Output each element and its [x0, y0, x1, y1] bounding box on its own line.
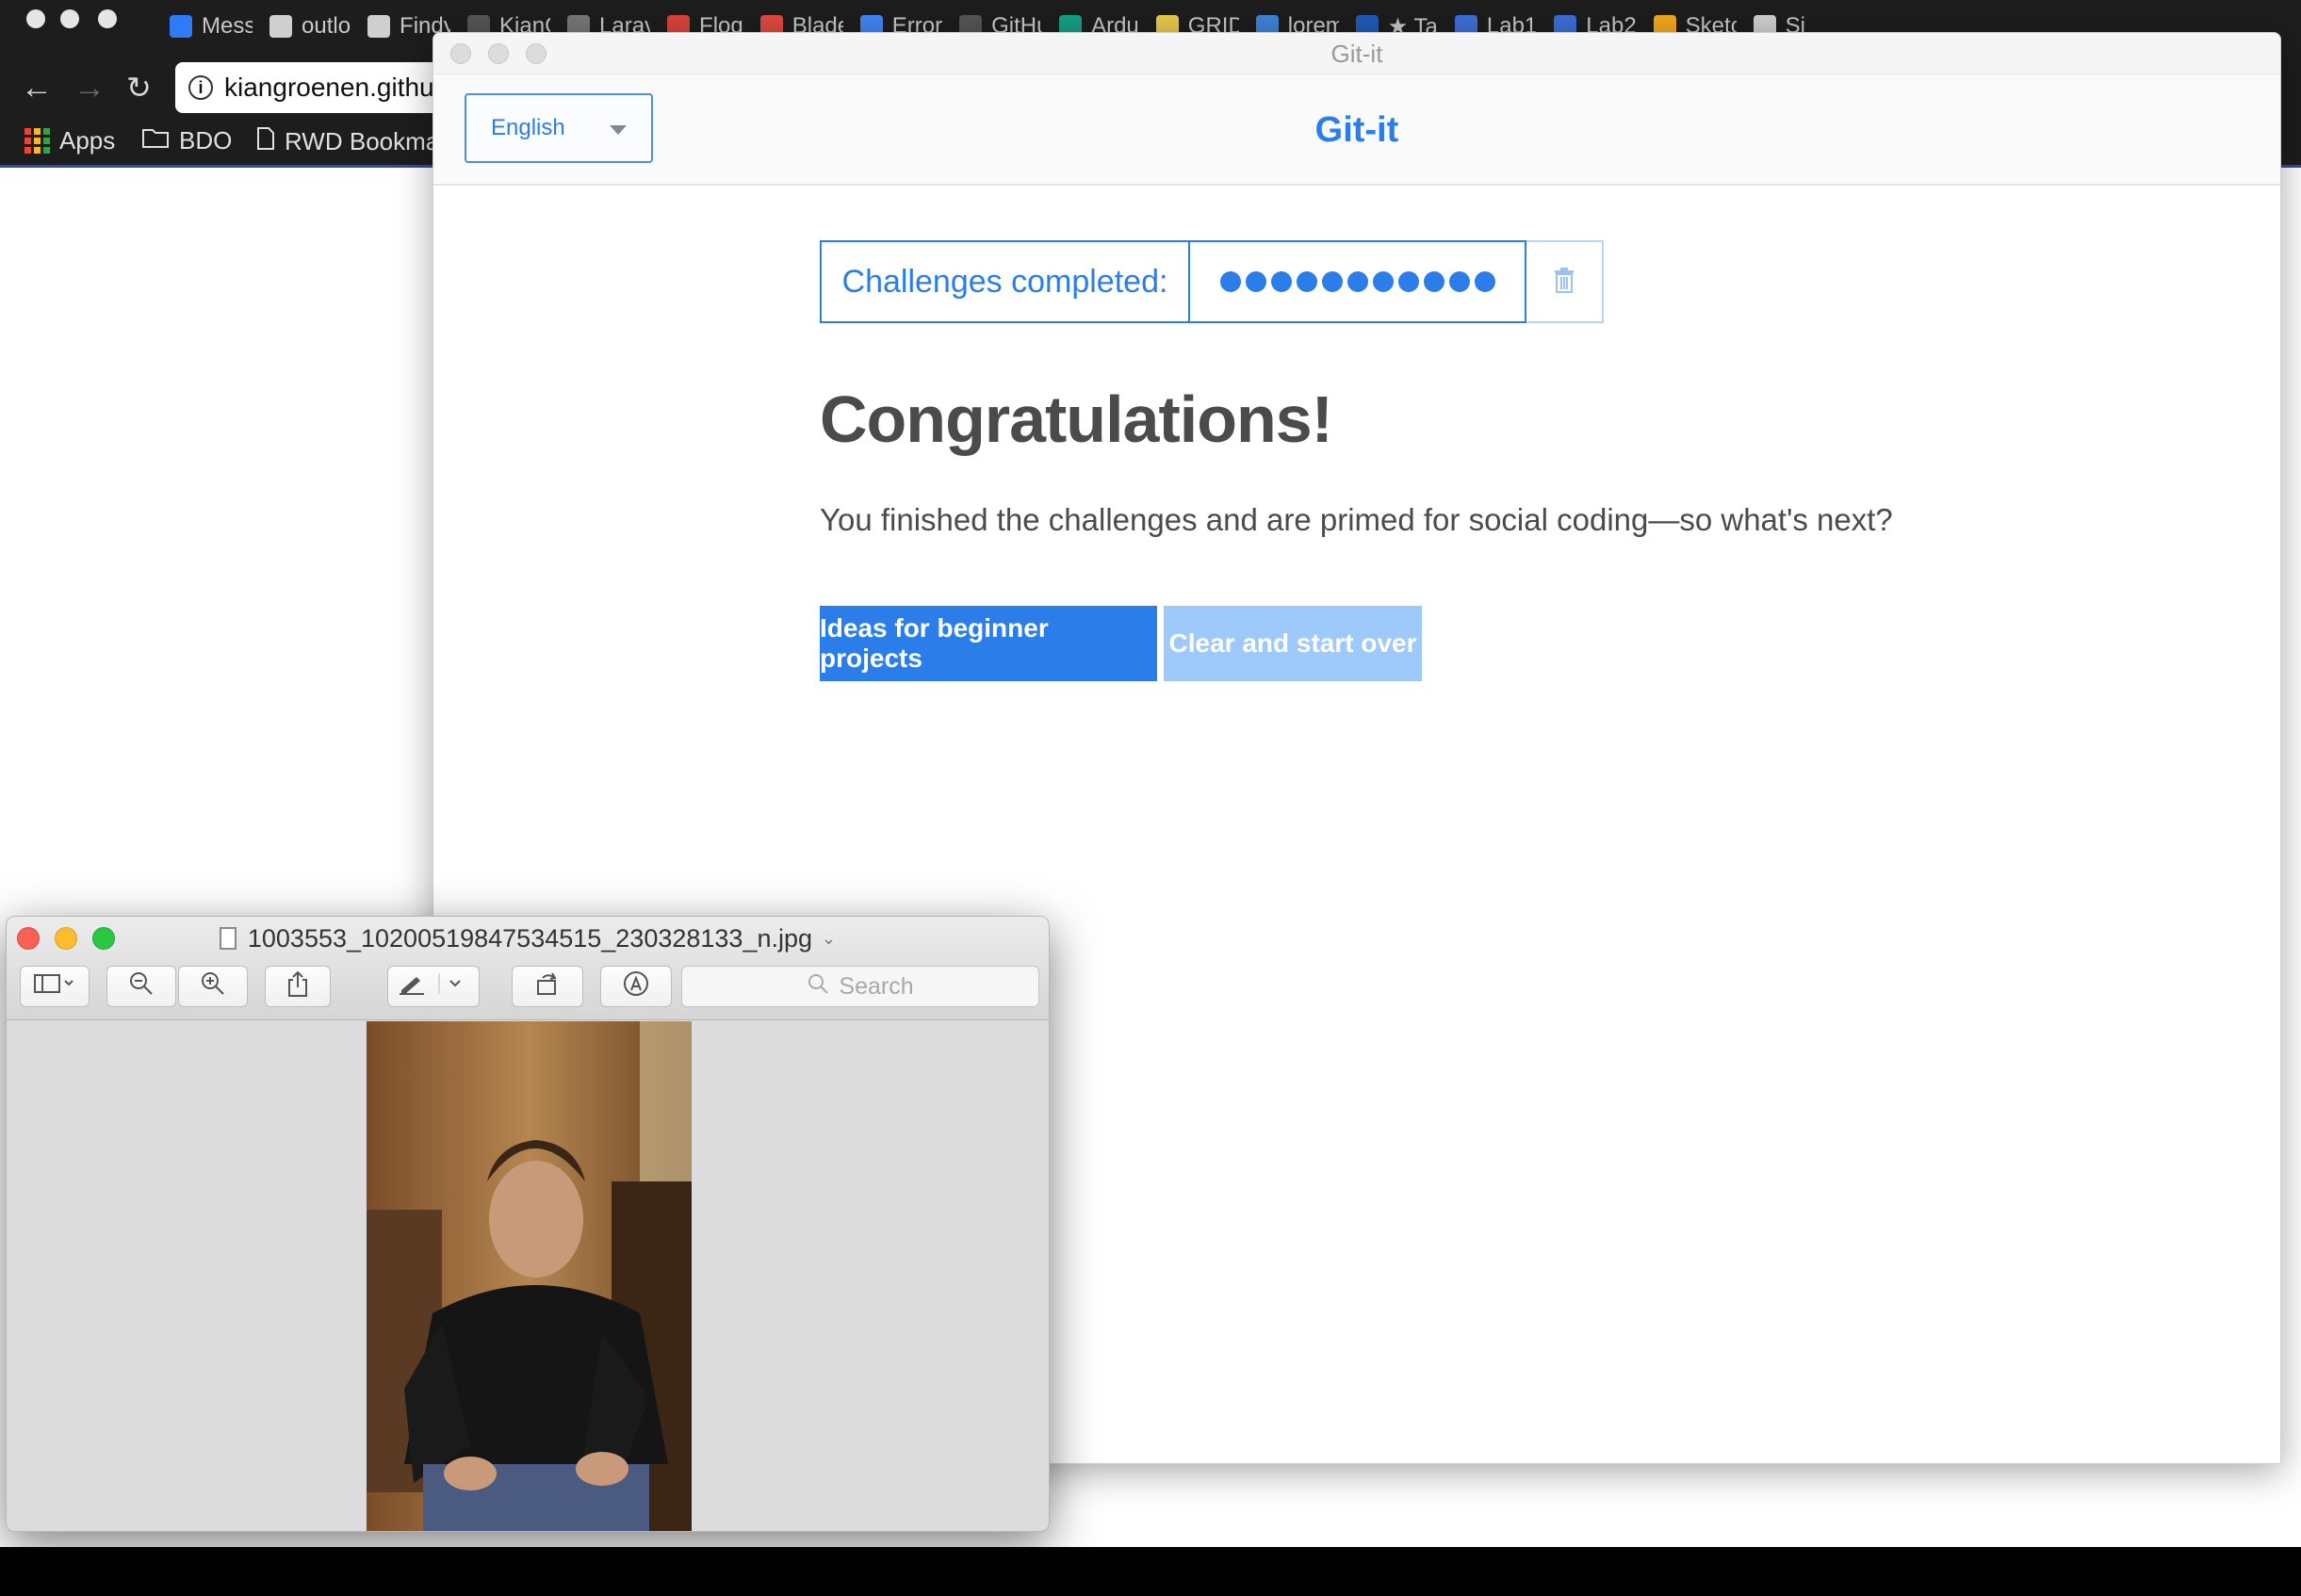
address-bar-url: kiangroenen.githu: [224, 73, 434, 102]
back-icon[interactable]: ←: [21, 72, 53, 104]
zoom-in-button[interactable]: [178, 966, 248, 1007]
trash-icon: [1554, 267, 1575, 298]
preview-filename: 1003553_10200519847534515_230328133_n.jp…: [247, 923, 813, 953]
progress-dot: [1296, 271, 1317, 292]
page-icon: [256, 126, 275, 157]
markup-icon: [622, 969, 650, 1004]
tab-favicon-icon: [269, 15, 292, 38]
tab-favicon-icon: [170, 15, 192, 38]
progress-dot: [1448, 271, 1470, 292]
reload-icon[interactable]: ↻: [126, 72, 152, 104]
progress-dot: [1219, 271, 1241, 292]
maximize-window-button[interactable]: [526, 43, 547, 64]
bookmark-bdo[interactable]: BDO: [141, 126, 232, 155]
pen-icon: [396, 971, 471, 1002]
progress-label: Challenges completed:: [820, 240, 1190, 323]
clear-start-over-button[interactable]: Clear and start over: [1164, 606, 1422, 681]
folder-icon: [141, 126, 170, 155]
progress-dot: [1270, 271, 1292, 292]
app-header: English Git-it: [433, 74, 2280, 186]
forward-icon[interactable]: →: [73, 72, 106, 104]
progress-dot: [1372, 271, 1394, 292]
ideas-button[interactable]: Ideas for beginner projects: [820, 606, 1157, 681]
photo-image: [367, 1021, 692, 1531]
progress-dot: [1346, 271, 1368, 292]
app-title: Git-it: [1314, 110, 1399, 150]
progress-dot: [1321, 271, 1343, 292]
minimize-window-button[interactable]: [60, 9, 79, 28]
minimize-window-button[interactable]: [488, 43, 509, 64]
search-input[interactable]: Search: [681, 966, 1039, 1007]
browser-tab[interactable]: Mess: [166, 6, 266, 47]
preview-window: 1003553_10200519847534515_230328133_n.jp…: [6, 916, 1050, 1532]
info-icon[interactable]: i: [188, 75, 213, 100]
progress-dot: [1245, 271, 1266, 292]
clear-progress-button[interactable]: [1526, 240, 1604, 323]
sidebar-icon: [34, 973, 75, 1001]
markup-button[interactable]: [387, 966, 480, 1007]
close-window-button[interactable]: [450, 43, 471, 64]
tab-label: Mess: [202, 13, 253, 39]
share-button[interactable]: [265, 966, 331, 1007]
progress-dot: [1423, 271, 1444, 292]
progress-dots: [1190, 240, 1526, 323]
search-placeholder: Search: [839, 972, 914, 1000]
rotate-icon: [533, 969, 562, 1004]
maximize-window-button[interactable]: [98, 9, 117, 28]
zoom-out-icon: [128, 970, 155, 1003]
challenge-progress: Challenges completed:: [820, 240, 1604, 323]
search-icon: [807, 972, 839, 1002]
gitit-titlebar: Git-it: [433, 33, 2280, 74]
preview-title[interactable]: 1003553_10200519847534515_230328133_n.jp…: [7, 922, 1049, 954]
chevron-down-icon: ⌄: [822, 928, 837, 948]
apps-grid-icon: [24, 128, 50, 154]
rotate-button[interactable]: [512, 966, 583, 1007]
share-icon: [286, 969, 309, 1004]
address-bar[interactable]: i kiangroenen.githu: [175, 62, 458, 113]
sidebar-toggle-button[interactable]: [20, 966, 90, 1007]
preview-titlebar: 1003553_10200519847534515_230328133_n.jp…: [7, 917, 1049, 1020]
progress-dot: [1397, 271, 1419, 292]
completion-message: You finished the challenges and are prim…: [820, 502, 1893, 537]
tab-label: outlo: [302, 13, 351, 39]
zoom-in-icon: [200, 970, 226, 1003]
tab-favicon-icon: [367, 15, 391, 38]
bookmark-apps[interactable]: Apps: [24, 126, 115, 155]
close-window-button[interactable]: [26, 9, 45, 28]
annotate-button[interactable]: [600, 966, 672, 1007]
bookmark-rwd[interactable]: RWD Bookma: [256, 126, 439, 157]
window-title: Git-it: [1330, 40, 1383, 68]
document-icon: [219, 927, 237, 950]
preview-content: [7, 1021, 1049, 1531]
page-heading: Congratulations!: [820, 383, 1333, 456]
zoom-out-button[interactable]: [106, 966, 176, 1007]
browser-tab[interactable]: outlo: [266, 6, 364, 47]
progress-dot: [1474, 271, 1495, 292]
